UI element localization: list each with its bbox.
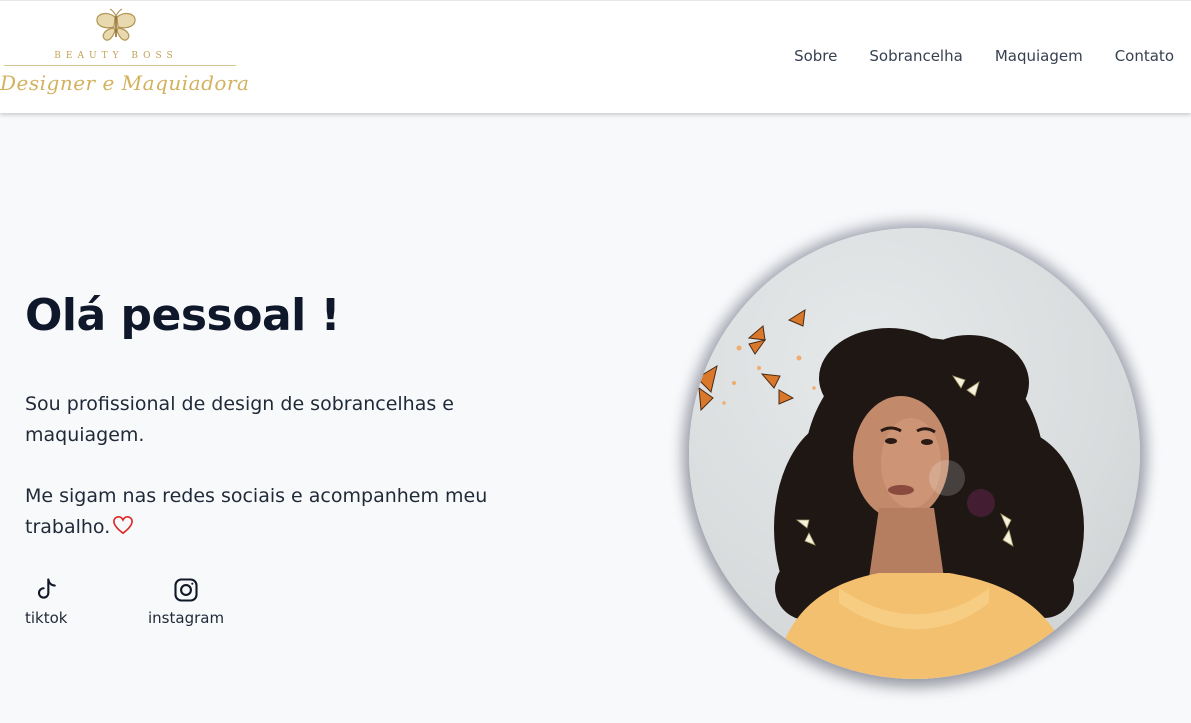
nav-link-contato[interactable]: Contato [1115, 47, 1174, 65]
tiktok-icon [25, 575, 60, 605]
nav-link-sobre[interactable]: Sobre [794, 47, 837, 65]
hero-title: Olá pessoal ! [25, 290, 341, 341]
instagram-label: instagram [148, 609, 225, 627]
instagram-icon [172, 575, 200, 605]
site-logo[interactable]: BEAUTY BOSS Designer e Maquiadora [0, 7, 250, 107]
social-paragraph-text: Me sigam nas redes sociais e acompanhem … [25, 485, 488, 538]
heart-icon [112, 514, 134, 545]
butterfly-icon [96, 8, 136, 41]
profile-photo [689, 228, 1140, 679]
nav-link-sobrancelha[interactable]: Sobrancelha [869, 47, 962, 65]
nav-link-maquiagem[interactable]: Maquiagem [995, 47, 1083, 65]
intro-paragraph: Sou profissional de design de sobrancelh… [25, 393, 454, 446]
logo-subtitle: Designer e Maquiadora [0, 71, 250, 95]
tiktok-link[interactable]: tiktok [25, 575, 67, 627]
logo-brand: BEAUTY BOSS [54, 51, 178, 61]
social-paragraph: Me sigam nas redes sociais e acompanhem … [25, 481, 545, 545]
instagram-link[interactable]: instagram [148, 575, 224, 627]
logo-divider [4, 65, 236, 66]
site-header: BEAUTY BOSS Designer e Maquiadora Sobre … [0, 0, 1191, 113]
main-nav: Sobre Sobrancelha Maquiagem Contato [794, 47, 1174, 65]
tiktok-label: tiktok [25, 609, 68, 627]
